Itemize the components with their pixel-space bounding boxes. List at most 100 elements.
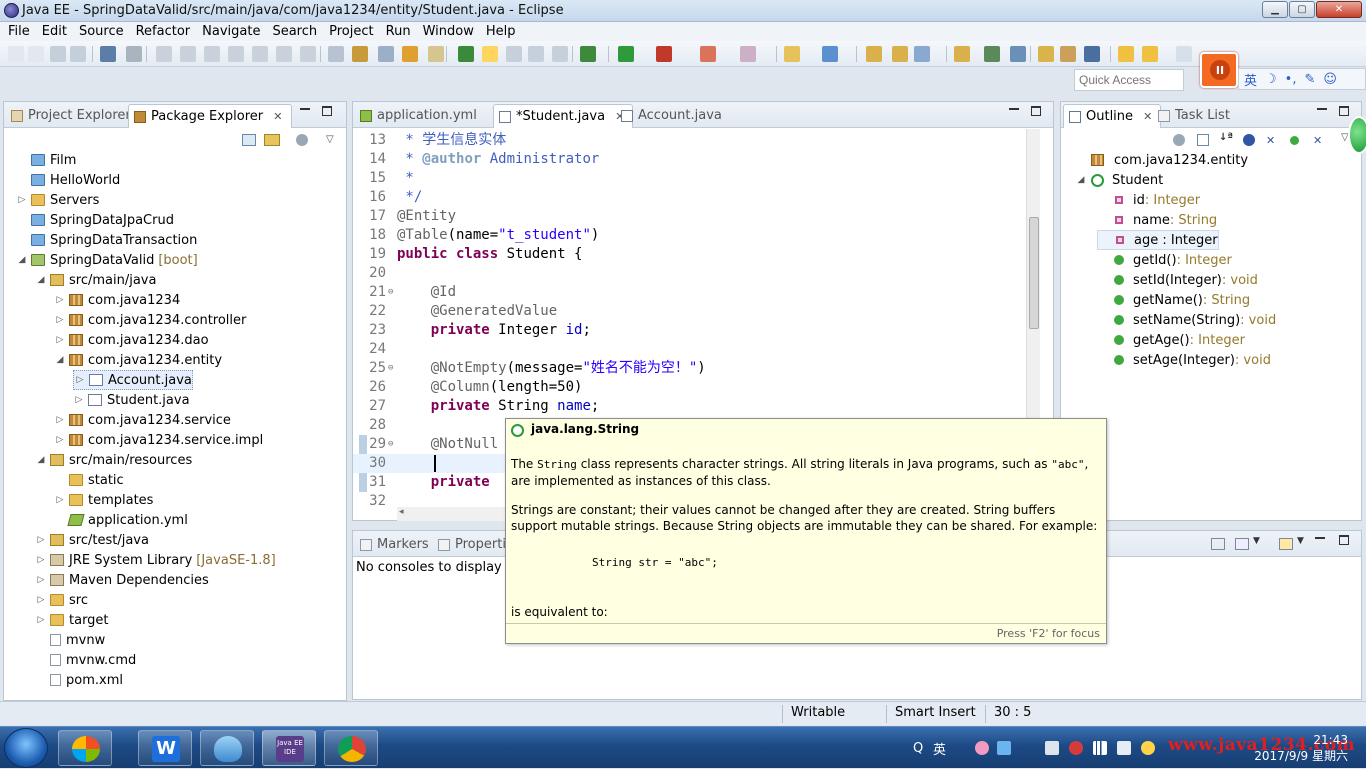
taskbar-app-chrome[interactable] bbox=[324, 730, 378, 766]
new-java-project-icon[interactable] bbox=[784, 46, 800, 62]
outline-item[interactable]: name : String bbox=[1097, 210, 1217, 230]
whitespace-icon[interactable] bbox=[528, 46, 544, 62]
network-share-icon[interactable] bbox=[1045, 741, 1059, 755]
system-clock[interactable]: 21:43 2017/9/9 星期六 bbox=[1254, 732, 1348, 764]
signal-icon[interactable] bbox=[1093, 741, 1107, 755]
expand-arrow-icon[interactable]: ▷ bbox=[54, 415, 66, 425]
tree-item[interactable]: ▷ Account.java bbox=[73, 370, 193, 390]
outline-item[interactable]: ◢ Student bbox=[1075, 170, 1164, 190]
menu-edit[interactable]: Edit bbox=[36, 24, 73, 39]
maximize-view-icon[interactable] bbox=[322, 106, 332, 116]
next-annotation-icon[interactable] bbox=[458, 46, 474, 62]
tree-item[interactable]: mvnw bbox=[35, 630, 105, 650]
tab-markers[interactable]: Markers bbox=[355, 533, 437, 557]
tree-item[interactable]: ◢ src/main/java bbox=[35, 270, 157, 290]
tree-item[interactable]: ▷ com.java1234 bbox=[54, 290, 181, 310]
highlight-icon[interactable] bbox=[482, 46, 498, 62]
outline-item[interactable]: getId() : Integer bbox=[1097, 250, 1232, 270]
expand-arrow-icon[interactable]: ▷ bbox=[54, 315, 66, 325]
taskbar-app-explorer[interactable] bbox=[58, 730, 112, 766]
battery-icon[interactable] bbox=[1117, 741, 1131, 755]
hide-nonpublic-icon[interactable] bbox=[1290, 136, 1299, 145]
minimize-view-icon[interactable] bbox=[1317, 108, 1327, 111]
console-icon[interactable] bbox=[100, 46, 116, 62]
pin-console-icon[interactable] bbox=[1211, 538, 1225, 550]
new-class-icon[interactable] bbox=[822, 46, 838, 62]
expand-arrow-icon[interactable]: ▷ bbox=[16, 195, 28, 205]
hide-static-icon[interactable]: ✕ bbox=[1266, 134, 1278, 147]
tree-item[interactable]: SpringDataTransaction bbox=[16, 230, 197, 250]
tree-item[interactable]: Film bbox=[16, 150, 76, 170]
resume-icon[interactable] bbox=[156, 46, 172, 62]
pin-icon[interactable] bbox=[1038, 46, 1054, 62]
server-icon[interactable] bbox=[402, 46, 418, 62]
terminate-icon[interactable] bbox=[204, 46, 220, 62]
code-line[interactable]: 19 public class Student { bbox=[353, 245, 1041, 264]
perspective-icon[interactable] bbox=[1176, 46, 1192, 62]
tree-item[interactable]: ▷ Servers bbox=[16, 190, 100, 210]
outline-item[interactable]: setId(Integer) : void bbox=[1097, 270, 1258, 290]
run-icon[interactable] bbox=[618, 46, 634, 62]
maximize-button[interactable]: ▢ bbox=[1289, 1, 1315, 18]
maximize-view-icon[interactable] bbox=[1031, 106, 1041, 116]
view-menu-icon[interactable]: ▽ bbox=[326, 134, 334, 145]
code-line[interactable]: 27 private String name; bbox=[353, 397, 1041, 416]
tree-item[interactable]: ◢ com.java1234.entity bbox=[54, 350, 223, 370]
forward-icon[interactable] bbox=[1142, 46, 1158, 62]
code-line[interactable]: 17 @Entity bbox=[353, 207, 1041, 226]
collapse-all-icon[interactable] bbox=[242, 134, 256, 146]
menu-navigate[interactable]: Navigate bbox=[196, 24, 266, 39]
code-line[interactable]: 13 * 学生信息实体 bbox=[353, 131, 1041, 150]
ime-tool-icon[interactable]: •, bbox=[1285, 72, 1297, 87]
code-line[interactable]: 15 * bbox=[353, 169, 1041, 188]
security-icon[interactable] bbox=[1069, 741, 1083, 755]
minimize-view-icon[interactable] bbox=[300, 108, 310, 111]
pause-icon[interactable]: II bbox=[1210, 60, 1230, 80]
cube-icon[interactable] bbox=[997, 741, 1011, 755]
start-button[interactable] bbox=[4, 728, 48, 768]
code-line[interactable]: 26 @Column(length=50) bbox=[353, 378, 1041, 397]
menu-project[interactable]: Project bbox=[323, 24, 379, 39]
outline-item[interactable]: getAge() : Integer bbox=[1097, 330, 1245, 350]
expand-arrow-icon[interactable]: ▷ bbox=[54, 335, 66, 345]
ime-tool-icon[interactable]: ☺ bbox=[1323, 72, 1337, 87]
tree-item[interactable]: ▷ com.java1234.service.impl bbox=[54, 430, 264, 450]
floating-badge-icon[interactable] bbox=[1348, 116, 1366, 154]
maximize-view-icon[interactable] bbox=[1339, 535, 1349, 545]
step-over-icon[interactable] bbox=[276, 46, 292, 62]
sort-icon[interactable]: ↓ª bbox=[1219, 132, 1233, 143]
expand-arrow-icon[interactable]: ▷ bbox=[35, 535, 47, 545]
display-console-dropdown-icon[interactable]: ▼ bbox=[1253, 536, 1260, 546]
fold-toggle-icon[interactable]: ⊖ bbox=[388, 359, 393, 378]
outline-item[interactable]: id : Integer bbox=[1097, 190, 1200, 210]
expand-arrow-icon[interactable]: ▷ bbox=[35, 595, 47, 605]
code-line[interactable]: 24 bbox=[353, 340, 1041, 359]
outline-item[interactable]: getName() : String bbox=[1097, 290, 1250, 310]
collapse-all-icon[interactable] bbox=[1197, 134, 1209, 146]
open-folder-icon[interactable] bbox=[866, 46, 882, 62]
quick-access-input[interactable] bbox=[1074, 69, 1184, 91]
suspend-icon[interactable] bbox=[180, 46, 196, 62]
profile-icon[interactable] bbox=[740, 46, 756, 62]
ime-indicator[interactable]: 英 bbox=[933, 739, 946, 758]
tree-item[interactable]: ◢ SpringDataValid [boot] bbox=[16, 250, 198, 270]
globe-icon[interactable] bbox=[984, 46, 1000, 62]
step-return-icon[interactable] bbox=[300, 46, 316, 62]
run-external-icon[interactable] bbox=[656, 46, 672, 62]
tab-project-explorer[interactable]: Project Explorer bbox=[6, 104, 139, 128]
scroll-left-icon[interactable]: ◂ bbox=[399, 507, 404, 517]
close-tab-icon[interactable]: ✕ bbox=[273, 110, 282, 123]
coverage-icon[interactable] bbox=[700, 46, 716, 62]
tree-item[interactable]: application.yml bbox=[54, 510, 188, 530]
flower-icon[interactable] bbox=[975, 741, 989, 755]
step-into-icon[interactable] bbox=[252, 46, 268, 62]
menu-source[interactable]: Source bbox=[73, 24, 130, 39]
taskbar-app-dolphin[interactable] bbox=[200, 730, 254, 766]
tree-item[interactable]: ▷ Student.java bbox=[73, 390, 190, 410]
expand-arrow-icon[interactable]: ▷ bbox=[54, 435, 66, 445]
ime-tool-icon[interactable]: ✎ bbox=[1304, 72, 1315, 87]
menu-run[interactable]: Run bbox=[380, 24, 417, 39]
drop-frame-icon[interactable] bbox=[328, 46, 344, 62]
tab-task-list[interactable]: Task List bbox=[1153, 104, 1238, 128]
tree-item[interactable]: static bbox=[54, 470, 124, 490]
